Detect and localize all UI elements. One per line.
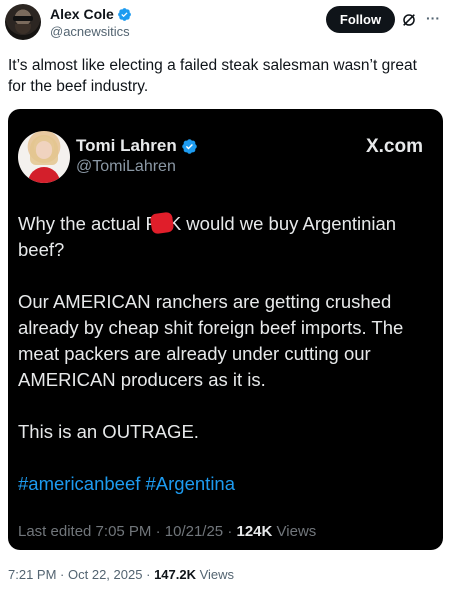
quoted-author-handle[interactable]: @TomiLahren xyxy=(76,158,176,176)
post-header: Alex Cole @acnewsitics Follow ··· xyxy=(0,0,449,48)
meta-separator: · xyxy=(155,523,161,540)
more-icon[interactable]: ··· xyxy=(426,10,440,26)
meta-separator: · xyxy=(146,567,151,582)
author-name[interactable]: Alex Cole xyxy=(50,6,114,22)
author-name-row[interactable]: Alex Cole xyxy=(50,6,132,22)
quoted-paragraph-3: This is an OUTRAGE. xyxy=(18,421,199,442)
quoted-line-1-start: Why the actual F xyxy=(18,213,157,234)
quoted-views-label: Views xyxy=(276,523,317,540)
post-text: It’s almost like electing a failed steak… xyxy=(8,57,417,95)
quoted-post-card[interactable]: Tomi Lahren @TomiLahren X.com Why the ac… xyxy=(8,109,443,550)
quoted-meta: Last edited 7:05 PM · 10/21/25 · 124K Vi… xyxy=(18,523,316,540)
grok-icon[interactable] xyxy=(401,12,417,28)
avatar-beard xyxy=(15,24,31,34)
meta-separator: · xyxy=(60,567,65,582)
avatar-face xyxy=(36,141,52,159)
author-handle[interactable]: @acnewsitics xyxy=(50,24,130,39)
quoted-author-avatar[interactable] xyxy=(18,131,70,183)
post-views-count: 147.2K xyxy=(154,567,196,582)
meta-separator: · xyxy=(227,523,233,540)
quoted-views-count: 124K xyxy=(236,523,273,540)
quoted-post-body: Why the actual FK would we buy Argentini… xyxy=(18,211,433,497)
x-logo-icon: X.com xyxy=(365,136,423,157)
post-time[interactable]: 7:21 PM xyxy=(8,567,56,582)
quoted-edited-date[interactable]: 10/21/25 xyxy=(165,523,223,540)
quoted-edited-label[interactable]: Last edited 7:05 PM xyxy=(18,523,151,540)
avatar-glasses xyxy=(13,16,33,21)
redaction-scribble xyxy=(149,211,175,235)
follow-button[interactable]: Follow xyxy=(326,6,395,33)
verified-badge-icon xyxy=(181,138,197,154)
verified-badge-icon xyxy=(117,7,131,21)
quoted-hashtags[interactable]: #americanbeef #Argentina xyxy=(18,471,433,497)
quoted-paragraph-2: Our AMERICAN ranchers are getting crushe… xyxy=(18,291,404,390)
post-meta: 7:21 PM · Oct 22, 2025 · 147.2K Views xyxy=(8,567,234,582)
quoted-name-row[interactable]: Tomi Lahren xyxy=(76,136,198,156)
quoted-author-name[interactable]: Tomi Lahren xyxy=(76,136,177,156)
quoted-line-1: Why the actual FK would we buy Argentini… xyxy=(18,211,433,263)
avatar-dress xyxy=(28,167,60,183)
post-views-label: Views xyxy=(199,567,235,582)
post-date[interactable]: Oct 22, 2025 xyxy=(68,567,142,582)
author-avatar[interactable] xyxy=(5,4,41,40)
